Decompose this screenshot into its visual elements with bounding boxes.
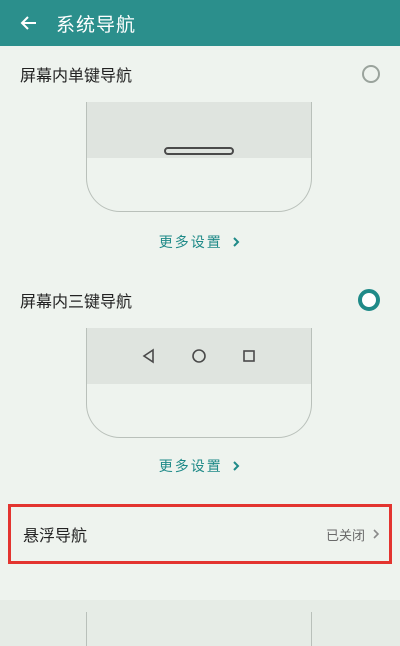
option-three-key[interactable]: 屏幕内三键导航 (20, 280, 380, 320)
option-single-key[interactable]: 屏幕内单键导航 (20, 54, 380, 94)
floating-navigation-status: 已关闭 (326, 525, 381, 544)
status-text: 已关闭 (325, 528, 365, 544)
chevron-right-icon (233, 237, 240, 247)
recent-square-icon (243, 350, 255, 362)
back-arrow-icon (20, 16, 36, 30)
page-title: 系统导航 (56, 13, 137, 36)
chevron-right-icon (373, 529, 380, 539)
single-key-bar-icon (164, 147, 234, 155)
radio-single-key[interactable] (362, 65, 380, 83)
home-circle-icon (192, 349, 206, 363)
single-key-preview (86, 102, 312, 212)
more-settings-label: 更多设置 (158, 235, 223, 251)
more-settings-label: 更多设置 (158, 459, 223, 475)
floating-navigation-row[interactable]: 悬浮导航 已关闭 (8, 504, 392, 564)
three-key-preview (86, 328, 312, 438)
radio-three-key[interactable] (358, 289, 380, 311)
three-key-navbar (87, 328, 311, 384)
single-key-navbar (87, 102, 311, 158)
back-triangle-icon (142, 348, 154, 364)
top-app-bar: 系统导航 (0, 0, 400, 46)
back-button[interactable] (6, 0, 52, 46)
floating-navigation-label: 悬浮导航 (23, 526, 88, 545)
more-settings-single-key[interactable]: 更多设置 (0, 232, 400, 252)
more-settings-three-key[interactable]: 更多设置 (0, 456, 400, 476)
option-single-key-label: 屏幕内单键导航 (20, 66, 133, 85)
chevron-right-icon (233, 461, 240, 471)
bottom-preview-partial (86, 612, 312, 646)
option-three-key-label: 屏幕内三键导航 (20, 292, 133, 311)
